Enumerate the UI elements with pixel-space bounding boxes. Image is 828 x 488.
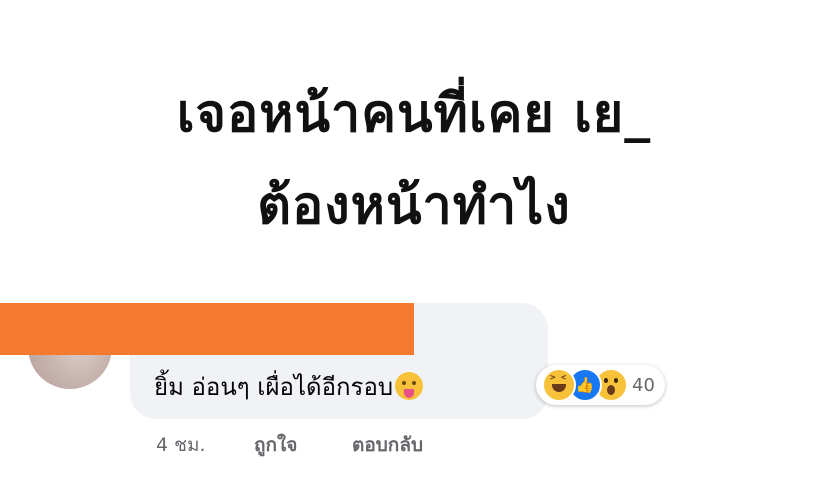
meme-headline: เจอหน้าคนที่เคย เย_ ต้องหน้าทำไง <box>0 68 828 252</box>
tongue-out-emoji-icon <box>395 372 424 400</box>
reply-button[interactable]: ตอบกลับ <box>352 430 423 460</box>
headline-line-2: ต้องหน้าทำไง <box>257 176 571 236</box>
comment-timestamp[interactable]: 4 ชม. <box>156 430 206 460</box>
reaction-count: 40 <box>632 374 655 396</box>
headline-line-1: เจอหน้าคนที่เคย เย_ <box>176 84 652 144</box>
redaction-bar <box>0 303 414 355</box>
comment-text: ยิ้ม อ่อนๆ เผื่อได้อีกรอบ <box>154 373 394 401</box>
like-button[interactable]: ถูกใจ <box>254 430 297 460</box>
reactions-summary[interactable]: 👍 40 <box>536 365 665 405</box>
comment-text-row: ยิ้ม อ่อนๆ เผื่อได้อีกรอบ <box>154 367 424 406</box>
haha-icon <box>542 368 576 402</box>
